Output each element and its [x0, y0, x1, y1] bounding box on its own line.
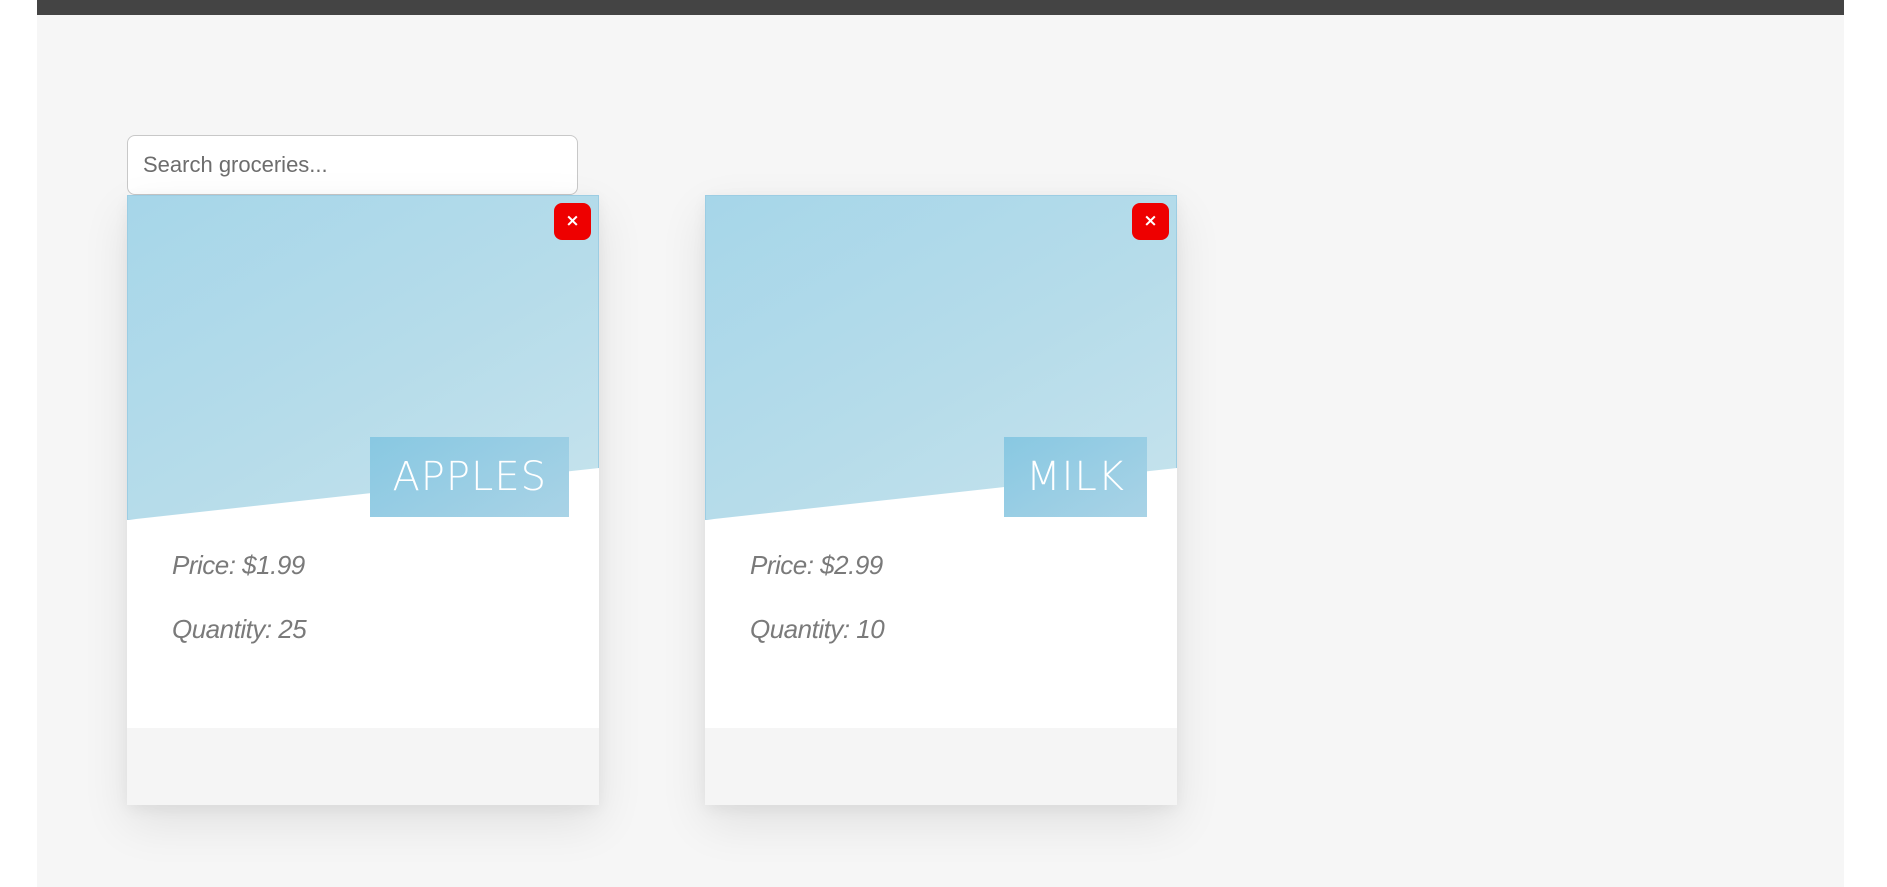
- card-body: Price: $2.99 Quantity: 10: [750, 550, 1157, 678]
- grocery-card-milk: × MILK Price: $2.99 Quantity: 10: [705, 195, 1177, 805]
- price-text: Price: $2.99: [750, 550, 883, 580]
- search-input[interactable]: [127, 135, 578, 195]
- card-footer: [705, 728, 1177, 805]
- close-icon[interactable]: ×: [1132, 203, 1169, 240]
- quantity-text: Quantity: 10: [750, 614, 885, 644]
- card-title: MILK: [1004, 437, 1147, 517]
- card-body: Price: $1.99 Quantity: 25: [172, 550, 579, 678]
- quantity-text: Quantity: 25: [172, 614, 307, 644]
- page: × APPLES Price: $1.99 Quantity: 25 × MIL…: [37, 0, 1844, 887]
- grocery-card-apples: × APPLES Price: $1.99 Quantity: 25: [127, 195, 599, 805]
- card-footer: [127, 728, 599, 805]
- card-title: APPLES: [370, 437, 569, 517]
- price-text: Price: $1.99: [172, 550, 305, 580]
- top-bar: [37, 0, 1844, 15]
- close-icon[interactable]: ×: [554, 203, 591, 240]
